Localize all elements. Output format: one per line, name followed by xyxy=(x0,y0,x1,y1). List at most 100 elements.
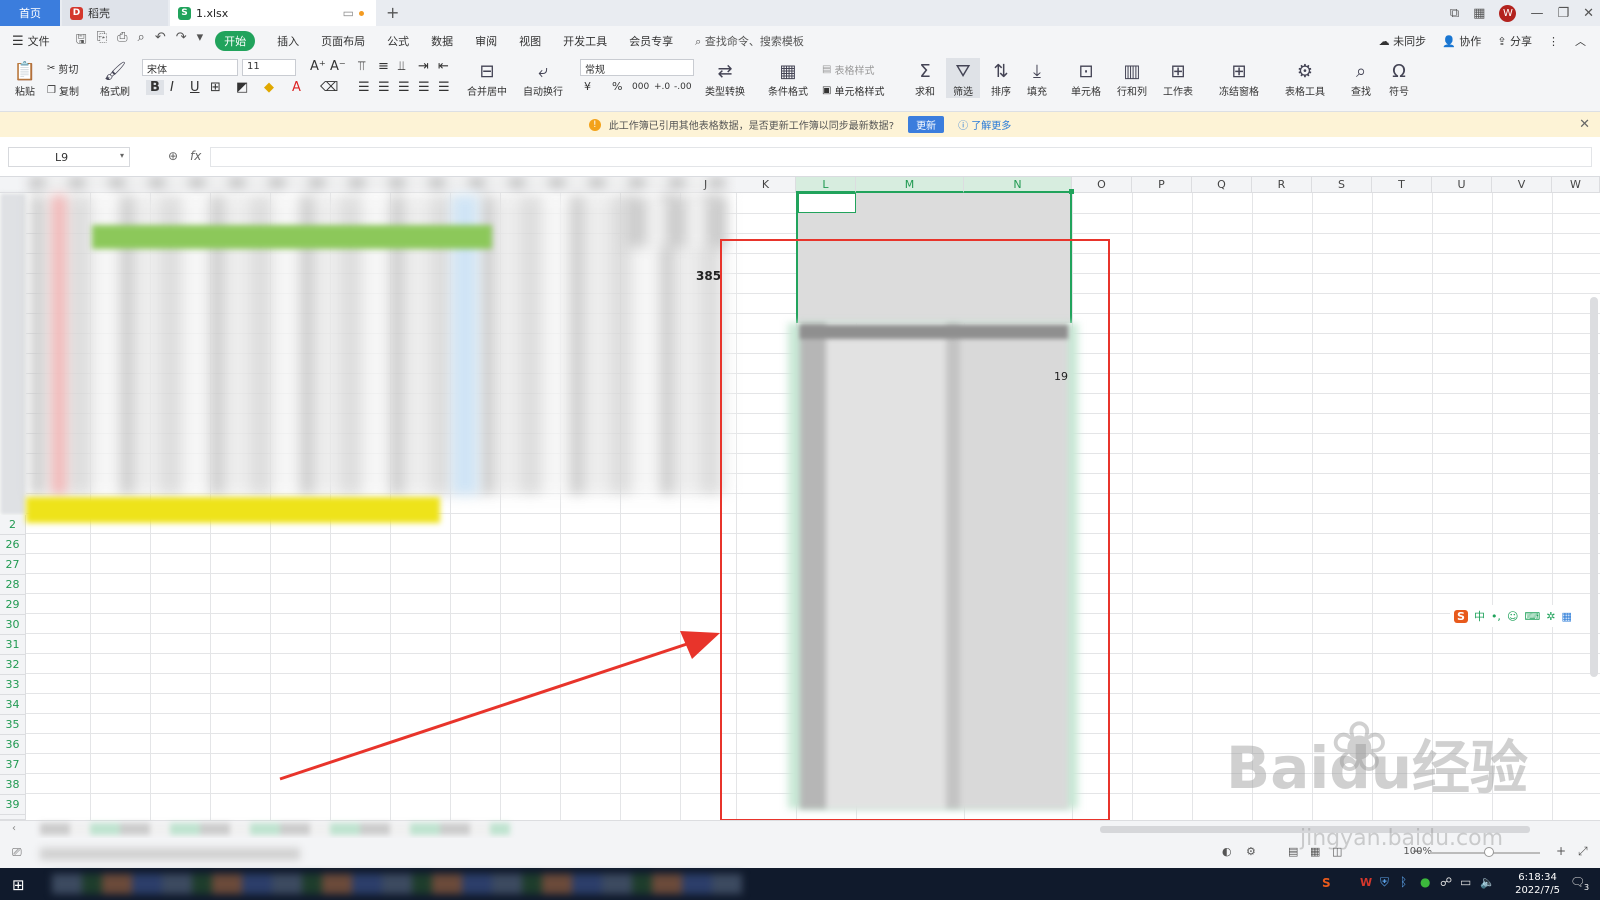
align-bottom-icon[interactable]: ⫫ xyxy=(398,59,405,74)
sum-button[interactable]: Σ 求和 xyxy=(910,58,940,98)
zoom-in-icon[interactable]: + xyxy=(1556,844,1566,858)
macro-icon[interactable]: ⎚ xyxy=(12,845,22,860)
wps-tray-icon[interactable]: W xyxy=(1360,876,1372,889)
export-icon[interactable]: ⎘ xyxy=(97,30,107,52)
command-search[interactable]: ⌕ 查找命令、搜索模板 xyxy=(695,33,804,49)
bluetooth-icon[interactable]: ᛒ xyxy=(1400,875,1407,889)
fx-button[interactable]: fx xyxy=(190,149,201,163)
new-tab-button[interactable]: + xyxy=(386,3,399,22)
row-header[interactable]: 28 xyxy=(0,575,26,595)
format-painter-button[interactable]: 🖌 格式刷 xyxy=(98,58,132,98)
thousands-button[interactable]: 000 xyxy=(632,82,649,92)
menu-member[interactable]: 会员专享 xyxy=(629,33,673,49)
currency-button[interactable]: ¥ xyxy=(584,80,591,93)
share-button[interactable]: ⇪ 分享 xyxy=(1497,33,1532,49)
border-icon[interactable]: ⊞ xyxy=(210,80,221,95)
column-header-t[interactable]: T xyxy=(1372,177,1432,193)
row-header[interactable]: 38 xyxy=(0,775,26,795)
undo-icon[interactable]: ↶ xyxy=(155,30,166,52)
align-top-icon[interactable]: ⫪ xyxy=(358,59,365,74)
fill-button[interactable]: ⤓ 填充 xyxy=(1022,58,1052,98)
tab-home[interactable]: 首页 xyxy=(0,0,60,26)
menu-page-layout[interactable]: 页面布局 xyxy=(321,33,365,49)
customize-icon[interactable]: ▾ xyxy=(197,30,204,52)
zoom-formula-icon[interactable]: ⊕ xyxy=(168,149,178,163)
eye-protect-icon[interactable]: ◐ xyxy=(1222,845,1232,858)
align-middle-icon[interactable]: ≡ xyxy=(378,59,389,74)
row-header[interactable]: 31 xyxy=(0,635,26,655)
copy-button[interactable]: ❐ 复制 xyxy=(47,83,79,98)
menu-developer[interactable]: 开发工具 xyxy=(563,33,607,49)
wrap-text-button[interactable]: ⤶ 自动换行 xyxy=(518,58,568,98)
align-center-icon[interactable]: ☰ xyxy=(378,80,390,95)
fill-color-icon[interactable]: ◩ xyxy=(236,80,248,95)
column-header-u[interactable]: U xyxy=(1432,177,1492,193)
italic-button[interactable]: I xyxy=(170,80,174,95)
formula-input[interactable] xyxy=(210,147,1592,167)
column-header-r[interactable]: R xyxy=(1252,177,1312,193)
avatar[interactable]: W xyxy=(1499,4,1517,22)
decrease-font-icon[interactable]: A⁻ xyxy=(330,59,346,74)
justify-icon[interactable]: ☰ xyxy=(418,80,430,95)
ime-toolbar[interactable]: S 中 •, ☺ ⌨ ✲ ▦ xyxy=(1450,605,1600,627)
normal-view-icon[interactable]: ▤ xyxy=(1288,845,1298,858)
row-header[interactable]: 34 xyxy=(0,695,26,715)
tab-docer[interactable]: D 稻壳 xyxy=(62,0,168,26)
conditional-format-button[interactable]: ▦ 条件格式 xyxy=(763,58,813,98)
active-cell-l9[interactable] xyxy=(798,193,856,213)
settings-icon[interactable]: ⚙ xyxy=(1246,845,1256,858)
cut-button[interactable]: ✂ 剪切 xyxy=(47,61,78,76)
print-icon[interactable]: ⎙ xyxy=(117,30,127,52)
menu-file[interactable]: 文件 xyxy=(28,33,50,49)
hamburger-icon[interactable]: ☰ xyxy=(12,34,24,49)
menu-insert[interactable]: 插入 xyxy=(277,33,299,49)
decrease-decimal-button[interactable]: -.00 xyxy=(674,82,692,92)
network-icon[interactable]: ☍ xyxy=(1440,875,1452,889)
column-header-v[interactable]: V xyxy=(1492,177,1552,193)
sort-button[interactable]: ⇅ 排序 xyxy=(986,58,1016,98)
row-header[interactable]: 36 xyxy=(0,735,26,755)
column-header-m[interactable]: M xyxy=(856,177,964,193)
table-tools-button[interactable]: ⚙ 表格工具 xyxy=(1280,58,1330,98)
type-convert-button[interactable]: ⇄ 类型转换 xyxy=(700,58,750,98)
column-header-n[interactable]: N xyxy=(964,177,1072,193)
paste-button[interactable]: 📋 粘贴 xyxy=(10,58,40,98)
row-header[interactable]: 26 xyxy=(0,535,26,555)
apps-icon[interactable]: ▦ xyxy=(1562,610,1572,623)
punctuation-icon[interactable]: •, xyxy=(1491,610,1501,623)
outdent-icon[interactable]: ⇤ xyxy=(438,59,449,74)
increase-decimal-button[interactable]: +.0 xyxy=(654,82,670,92)
save-icon[interactable]: 🖫 xyxy=(76,30,87,52)
keyboard-icon[interactable]: ⌨ xyxy=(1524,610,1540,623)
clear-format-icon[interactable]: ⌫ xyxy=(320,80,338,95)
column-header-o[interactable]: O xyxy=(1072,177,1132,193)
display-icon[interactable]: ▭ xyxy=(1460,875,1471,889)
freeze-panes-button[interactable]: ⊞ 冻结窗格 xyxy=(1214,58,1264,98)
wechat-icon[interactable]: ● xyxy=(1420,875,1430,889)
collapse-ribbon-icon[interactable]: ︿ xyxy=(1575,33,1586,49)
row-header[interactable]: 30 xyxy=(0,615,26,635)
menu-formulas[interactable]: 公式 xyxy=(387,33,409,49)
underline-button[interactable]: U xyxy=(190,80,200,95)
percent-button[interactable]: % xyxy=(612,80,622,93)
tab-file[interactable]: S 1.xlsx ▭ xyxy=(170,0,376,26)
fill-handle[interactable] xyxy=(1069,189,1074,194)
filter-button[interactable]: ⛛ 筛选 xyxy=(946,58,980,98)
row-col-button[interactable]: ▥ 行和列 xyxy=(1112,58,1152,98)
font-color-icon[interactable]: A xyxy=(292,80,301,95)
menu-home[interactable]: 开始 xyxy=(215,31,256,51)
column-header-k[interactable]: K xyxy=(736,177,796,193)
apps-grid-icon[interactable]: ▦ xyxy=(1473,6,1485,21)
name-box[interactable]: L9 xyxy=(8,147,130,167)
minimize-icon[interactable]: — xyxy=(1530,6,1543,21)
column-header-l[interactable]: L xyxy=(796,177,856,193)
more-icon[interactable]: ⋮ xyxy=(1548,35,1559,48)
sync-button[interactable]: ☁ 未同步 xyxy=(1379,33,1427,49)
row-header[interactable]: 32 xyxy=(0,655,26,675)
row-header[interactable]: 27 xyxy=(0,555,26,575)
row-header[interactable]: 33 xyxy=(0,675,26,695)
windows-start-icon[interactable]: ⊞ xyxy=(12,876,25,894)
collaborate-button[interactable]: 👤 协作 xyxy=(1442,33,1481,49)
menu-review[interactable]: 审阅 xyxy=(475,33,497,49)
fullscreen-icon[interactable]: ⤢ xyxy=(1578,844,1588,859)
